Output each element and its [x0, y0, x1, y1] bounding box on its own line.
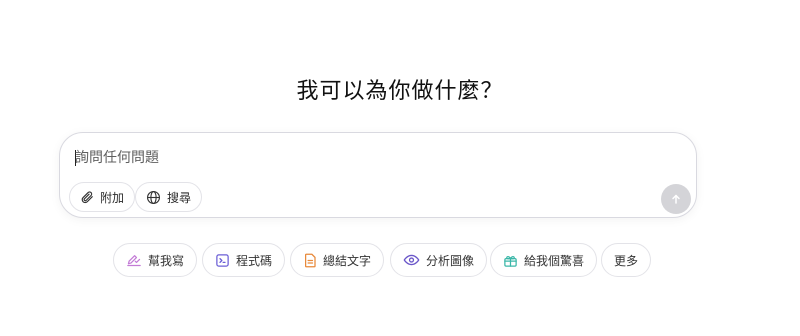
pen-icon	[126, 253, 142, 267]
terminal-icon	[215, 253, 230, 268]
send-button[interactable]	[661, 184, 691, 214]
attach-label: 附加	[100, 190, 125, 205]
suggestion-label: 總結文字	[323, 253, 372, 268]
search-label: 搜尋	[167, 190, 192, 205]
eye-icon	[403, 253, 420, 267]
page: 我可以為你做什麼？ 附加 搜尋	[0, 0, 800, 336]
suggestion-label: 分析圖像	[426, 253, 475, 268]
suggestion-summarize[interactable]: 總結文字	[290, 243, 385, 277]
suggestion-surprise[interactable]: 給我個驚喜	[490, 243, 598, 277]
prompt-composer: 附加 搜尋	[59, 132, 697, 218]
suggestion-label: 更多	[614, 253, 639, 268]
arrow-up-icon	[670, 190, 682, 209]
document-icon	[303, 253, 317, 268]
search-button[interactable]: 搜尋	[135, 182, 203, 212]
suggestion-analyze-image[interactable]: 分析圖像	[390, 243, 488, 277]
paperclip-icon	[80, 190, 94, 204]
suggestion-write[interactable]: 幫我寫	[113, 243, 198, 277]
suggestion-more[interactable]: 更多	[601, 243, 652, 277]
suggestion-label: 程式碼	[236, 253, 273, 268]
prompt-input[interactable]	[75, 147, 635, 169]
suggestion-code[interactable]: 程式碼	[202, 243, 286, 277]
suggestion-label: 給我個驚喜	[524, 253, 585, 268]
page-title: 我可以為你做什麼？	[296, 79, 504, 104]
attach-button[interactable]: 附加	[69, 182, 136, 212]
globe-icon	[146, 190, 161, 205]
gift-icon	[503, 253, 518, 268]
suggestion-label: 幫我寫	[148, 253, 185, 268]
